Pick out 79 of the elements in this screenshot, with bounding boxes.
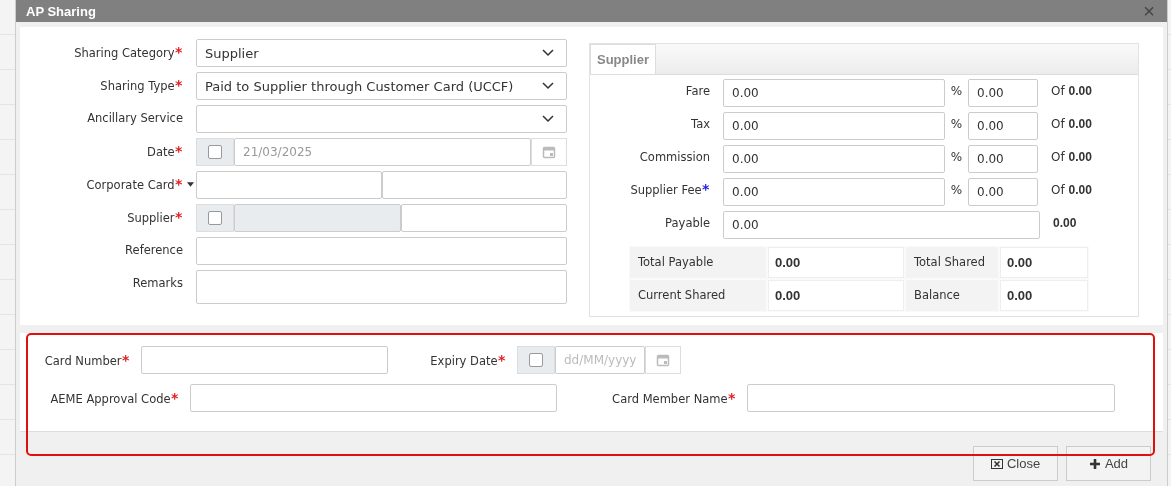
dialog-title: AP Sharing: [26, 3, 96, 19]
required-asterisk: *: [121, 351, 130, 368]
of-value: Of 0.00: [1051, 83, 1092, 98]
field-label: Expiry Date: [430, 353, 498, 368]
name-field[interactable]: [381, 171, 567, 199]
chevron-down-icon: [542, 49, 554, 57]
amount-field[interactable]: 0.00: [723, 112, 945, 140]
field-label: Supplier Fee: [630, 183, 702, 197]
percent-field[interactable]: 0.00: [968, 112, 1038, 140]
field-label: Corporate Card: [86, 178, 175, 192]
field-label: Payable: [665, 215, 710, 230]
field-label: Supplier: [127, 211, 175, 225]
required-asterisk: *: [727, 389, 736, 406]
select-field[interactable]: [196, 105, 567, 133]
summary-label: Total Shared: [906, 247, 998, 278]
text-field[interactable]: [196, 237, 567, 265]
chevron-down-icon: [542, 82, 554, 90]
checkbox[interactable]: [529, 353, 543, 367]
amount-field[interactable]: 0.00: [723, 178, 945, 206]
field-label: Sharing Category: [74, 46, 175, 60]
percent-field[interactable]: 0.00: [968, 79, 1038, 107]
of-value: Of 0.00: [1051, 149, 1092, 164]
chevron-down-icon: [542, 115, 554, 123]
text-field[interactable]: [747, 384, 1115, 412]
text-field[interactable]: [190, 384, 557, 412]
required-asterisk: *: [174, 77, 183, 93]
summary-value: 0.00: [768, 280, 904, 311]
field-label: Tax: [691, 116, 710, 131]
percent-sign: %: [949, 116, 964, 131]
percent-field[interactable]: 0.00: [968, 178, 1038, 206]
text-field[interactable]: [141, 346, 388, 374]
amount-field[interactable]: 0.00: [723, 145, 945, 173]
required-asterisk: *: [170, 389, 179, 406]
summary-value: 0.00: [768, 247, 904, 278]
code-field[interactable]: [234, 204, 401, 232]
summary-label: Balance: [906, 280, 998, 311]
field-label: Commission: [639, 149, 710, 164]
dialog-button[interactable]: Close: [973, 446, 1058, 481]
field-label: Fare: [685, 83, 710, 98]
required-asterisk: *: [497, 351, 506, 368]
payable-field[interactable]: 0.00: [723, 211, 1040, 239]
required-asterisk: *: [701, 181, 710, 197]
field-label: Remarks: [132, 276, 183, 290]
percent-sign: %: [949, 83, 964, 98]
select-field[interactable]: Paid to Supplier through Customer Card (UCCF): [196, 72, 567, 100]
of-value: Of 0.00: [1051, 182, 1092, 197]
select-field[interactable]: Supplier: [196, 39, 567, 67]
summary-value: 0.00: [1000, 280, 1088, 311]
field-label: Ancillary Service: [87, 111, 183, 125]
required-asterisk: *: [174, 143, 183, 159]
summary-label: Current Shared: [630, 280, 766, 311]
field-label: Sharing Type: [100, 79, 175, 93]
percent-sign: %: [949, 149, 964, 164]
field-label: AEME Approval Code: [50, 391, 171, 406]
caret-icon[interactable]: [187, 182, 194, 187]
plus-icon: [1088, 457, 1101, 470]
summary-value: 0.00: [1000, 247, 1088, 278]
supplier-tab[interactable]: Supplier: [590, 44, 656, 74]
required-asterisk: *: [174, 209, 183, 225]
code-field[interactable]: [196, 171, 382, 199]
field-label: Reference: [125, 243, 183, 257]
required-asterisk: *: [174, 44, 183, 60]
percent-field[interactable]: 0.00: [968, 145, 1038, 173]
percent-sign: %: [949, 182, 964, 197]
field-label: Date: [147, 145, 175, 159]
close-icon: [990, 457, 1003, 470]
calendar-icon[interactable]: [656, 353, 671, 367]
checkbox[interactable]: [208, 211, 222, 225]
dialog-button[interactable]: Add: [1066, 446, 1151, 481]
field-label: Card Member Name: [612, 391, 728, 406]
summary-label: Total Payable: [630, 247, 766, 278]
name-field[interactable]: [400, 204, 567, 232]
remarks-field[interactable]: [196, 270, 567, 304]
required-asterisk: *: [174, 176, 183, 192]
field-label: Card Number: [44, 353, 122, 368]
of-value: Of 0.00: [1051, 116, 1092, 131]
calendar-icon[interactable]: [542, 145, 556, 159]
payable-total: 0.00: [1053, 215, 1077, 230]
amount-field[interactable]: 0.00: [723, 79, 945, 107]
